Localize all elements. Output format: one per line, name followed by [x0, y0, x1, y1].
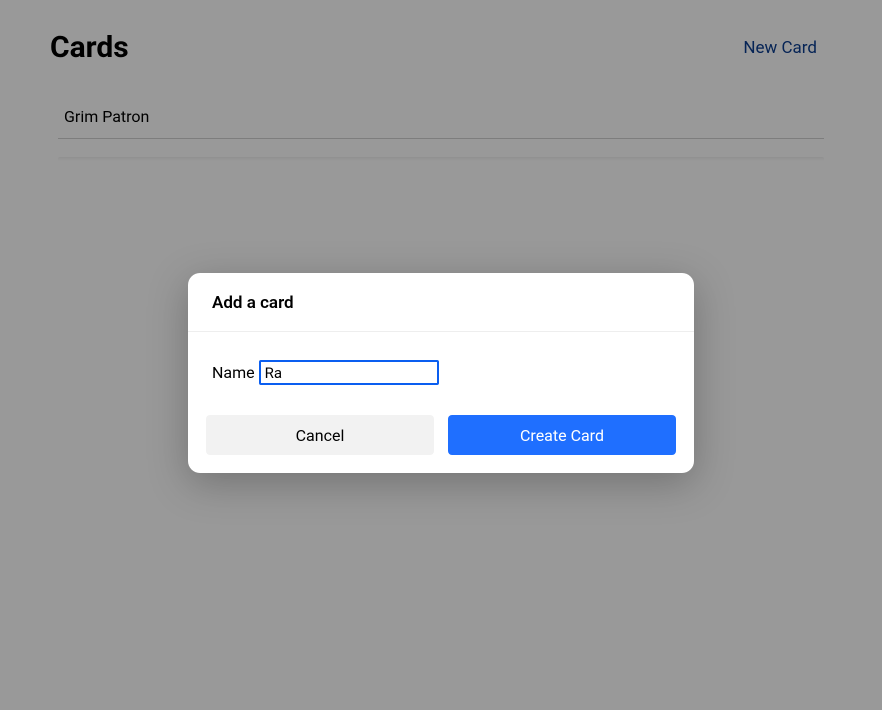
add-card-modal: Add a card Name Cancel Create Card: [188, 273, 694, 473]
modal-overlay[interactable]: Add a card Name Cancel Create Card: [0, 0, 882, 710]
modal-footer: Cancel Create Card: [188, 397, 694, 473]
modal-header: Add a card: [188, 273, 694, 332]
cancel-button[interactable]: Cancel: [206, 415, 434, 455]
modal-body: Name: [188, 332, 694, 397]
name-label: Name: [212, 363, 255, 382]
name-input[interactable]: [259, 360, 439, 385]
modal-title: Add a card: [212, 293, 670, 313]
name-field-row: Name: [212, 360, 670, 385]
create-card-button[interactable]: Create Card: [448, 415, 676, 455]
